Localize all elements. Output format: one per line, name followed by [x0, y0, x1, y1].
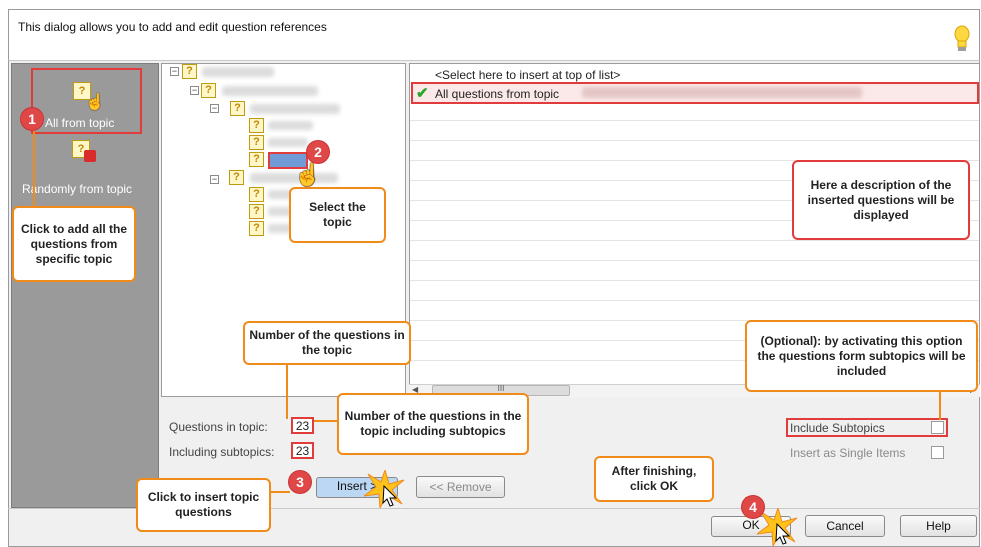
topic-icon: ?	[201, 83, 216, 98]
include-subtopics-checkbox[interactable]	[931, 421, 944, 434]
including-subtopics-label: Including subtopics:	[169, 445, 275, 459]
callout-subtopics-count: Number of the questions in the topic inc…	[337, 393, 529, 455]
callout-insert: Click to insert topic questions	[136, 478, 271, 532]
list-gridline	[410, 140, 979, 141]
tree-collapse-icon[interactable]: −	[210, 175, 219, 184]
click-burst-icon	[364, 470, 405, 508]
questions-in-topic-count: 23	[291, 417, 314, 434]
topic-icon: ?	[249, 204, 264, 219]
connector-line	[939, 390, 941, 420]
topic-icon: ?	[249, 221, 264, 236]
topic-name-blurred	[582, 87, 862, 98]
list-gridline	[410, 280, 979, 281]
callout-description: Here a description of the inserted quest…	[792, 160, 970, 240]
topic-icon: ?	[249, 118, 264, 133]
remove-button[interactable]: << Remove	[416, 476, 505, 498]
step-badge-3: 3	[289, 471, 311, 493]
insert-single-items-checkbox[interactable]	[931, 446, 944, 459]
topic-label-blurred[interactable]	[202, 67, 274, 77]
insert-single-items-label: Insert as Single Items	[790, 446, 906, 460]
list-item-label: All questions from topic	[435, 87, 560, 101]
topic-icon: ?	[230, 101, 245, 116]
list-gridline	[410, 240, 979, 241]
random-dice-icon	[84, 150, 96, 162]
lightbulb-icon	[954, 25, 970, 51]
tree-collapse-icon[interactable]: −	[190, 86, 199, 95]
click-burst-icon	[757, 508, 798, 546]
topic-icon: ?	[249, 135, 264, 150]
callout-ok: After finishing, click OK	[594, 456, 714, 502]
topic-label-blurred[interactable]	[268, 138, 308, 147]
topic-icon: ?	[229, 170, 244, 185]
step-badge-4: 4	[742, 496, 764, 518]
hand-cursor-icon: ☝	[85, 94, 105, 111]
connector-line	[270, 491, 290, 493]
dialog-header	[8, 9, 980, 61]
topic-icon: ?	[249, 187, 264, 202]
callout-select-topic: Select the topic	[289, 187, 386, 243]
tree-collapse-icon[interactable]: −	[210, 104, 219, 113]
hand-cursor-icon: ☝	[294, 162, 322, 187]
checkmark-icon: ✔	[416, 85, 429, 102]
questions-in-topic-label: Questions in topic:	[169, 420, 268, 434]
including-subtopics-count: 23	[291, 442, 314, 459]
step-badge-1: 1	[21, 108, 43, 130]
cancel-button[interactable]: Cancel	[805, 515, 885, 537]
callout-include-subtopics: (Optional): by activating this option th…	[745, 320, 978, 392]
randomly-from-topic-label[interactable]: Randomly from topic	[22, 182, 132, 196]
insert-at-top-item[interactable]: <Select here to insert at top of list>	[435, 68, 620, 82]
list-gridline	[410, 260, 979, 261]
tree-collapse-icon[interactable]: −	[170, 67, 179, 76]
include-subtopics-label: Include Subtopics	[790, 421, 885, 435]
callout-questions-count: Number of the questions in the topic	[243, 321, 411, 365]
topic-label-blurred[interactable]	[222, 86, 318, 96]
topic-icon: ?	[182, 64, 197, 79]
connector-line	[286, 363, 288, 419]
step-badge-2: 2	[307, 141, 329, 163]
topic-label-blurred[interactable]	[268, 121, 313, 130]
list-gridline	[410, 300, 979, 301]
help-button[interactable]: Help	[900, 515, 977, 537]
topic-label-blurred[interactable]	[250, 104, 340, 114]
connector-line	[33, 128, 35, 208]
topic-icon: ?	[249, 152, 264, 167]
all-from-topic-label: All from topic	[45, 116, 115, 130]
callout-all-from-topic: Click to add all the questions from spec…	[12, 206, 136, 282]
header-description: This dialog allows you to add and edit q…	[18, 20, 327, 34]
list-gridline	[410, 120, 979, 121]
